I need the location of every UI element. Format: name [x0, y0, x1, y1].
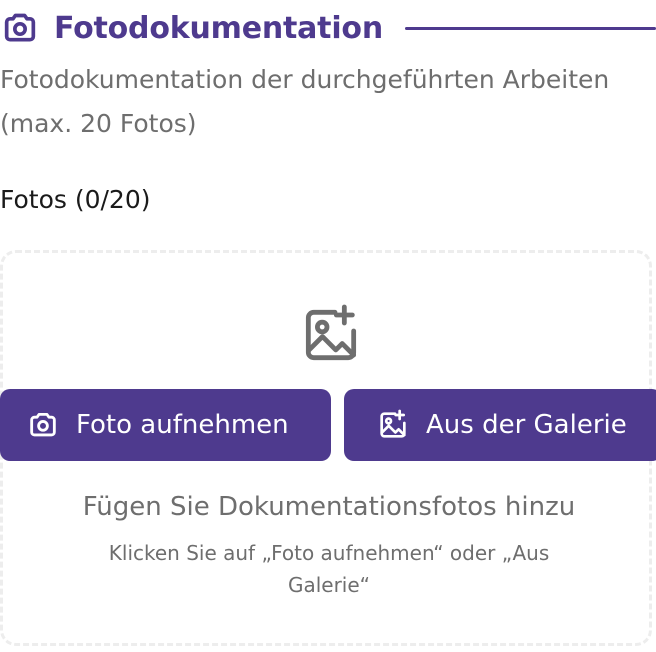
gallery-label: Aus der Galerie	[426, 410, 627, 440]
header-divider	[404, 26, 656, 30]
gallery-button[interactable]: Aus der Galerie	[344, 389, 656, 461]
camera-icon	[0, 8, 40, 48]
photos-count-label: Fotos (0/20)	[0, 185, 151, 214]
empty-state-hint: Klicken Sie auf „Foto aufnehmen“ oder „A…	[108, 541, 550, 597]
take-photo-button[interactable]: Foto aufnehmen	[0, 389, 331, 461]
image-plus-icon	[299, 303, 363, 367]
camera-icon	[26, 408, 60, 442]
section-description: Fotodokumentation der durchgeführten Arb…	[0, 65, 610, 138]
photo-documentation-section: Fotodokumentation Fotodokumentation der …	[0, 0, 656, 652]
section-header: Fotodokumentation	[0, 6, 656, 50]
empty-state-title: Fügen Sie Dokumentationsfotos hinzu	[82, 492, 576, 522]
section-title: Fotodokumentation	[54, 10, 383, 46]
photo-dropzone[interactable]: Foto aufnehmen Aus der Galerie Fügen Sie…	[0, 250, 656, 646]
image-plus-icon	[376, 408, 410, 442]
take-photo-label: Foto aufnehmen	[76, 410, 289, 440]
